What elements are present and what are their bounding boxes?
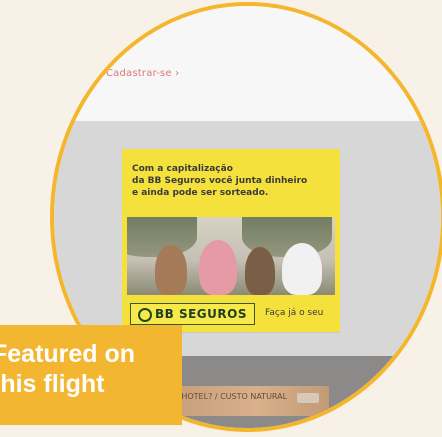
- ad-area: Com a capitalização da BB Seguros você j…: [54, 121, 441, 356]
- person: [282, 243, 322, 295]
- ad-headline-line: Com a capitalização: [132, 164, 233, 174]
- ad-photo: [127, 217, 335, 295]
- ad-headline-line: da BB Seguros você junta dinheiro: [132, 176, 308, 186]
- person: [155, 245, 187, 295]
- ad-headline: Com a capitalização da BB Seguros você j…: [132, 163, 327, 199]
- ad-cta[interactable]: Faça já o seu: [265, 308, 323, 318]
- brand-name: BB SEGUROS: [155, 307, 247, 321]
- banner-line-1: Featured on: [0, 340, 136, 368]
- screen-header: [54, 6, 441, 121]
- top-link[interactable]: Cadastrar-se ›: [106, 68, 179, 79]
- person: [199, 240, 237, 295]
- ad-headline-line: e ainda pode ser sorteado.: [132, 188, 269, 198]
- ad-card[interactable]: Com a capitalização da BB Seguros você j…: [122, 149, 340, 332]
- brand-logo-icon: [138, 308, 152, 322]
- banner-line-2: this flight: [0, 370, 105, 398]
- wood-chip: [297, 393, 319, 403]
- brand-row: BB SEGUROS Faça já o seu: [130, 303, 335, 325]
- person: [245, 247, 275, 295]
- featured-banner: Featured on this flight: [0, 325, 182, 425]
- brand-logo: BB SEGUROS: [130, 303, 255, 325]
